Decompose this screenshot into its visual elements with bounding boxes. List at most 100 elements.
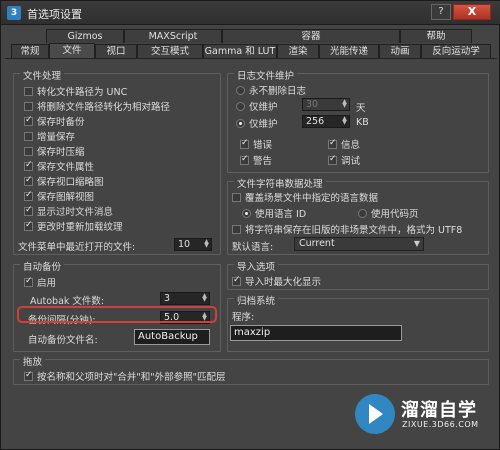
auto-backup-title: 自动备份 (20, 259, 65, 273)
string-data-group: 文件字符串数据处理 覆盖场景文件中指定的语言数据 使用语言 ID 使用代码页 将… (227, 176, 489, 255)
spinner-arrows-icon[interactable]: ▲ ▼ (341, 116, 348, 126)
drag-drop-group: 拖放 按名称和父项时对"合并"和"外部参照"匹配层 (13, 354, 489, 385)
checkbox-box[interactable] (24, 276, 33, 287)
checkbox-box[interactable] (232, 192, 241, 202)
backup-on-save-checkbox[interactable]: 保存时备份 (24, 114, 85, 128)
backup-filename-input[interactable]: AutoBackup (134, 329, 210, 345)
tab-files[interactable]: 文件 (49, 43, 95, 59)
auto-backup-enable-checkbox[interactable]: 启用 (24, 275, 56, 289)
size-unit: KB (356, 117, 369, 128)
import-title: 导入选项 (234, 259, 279, 273)
checkbox-box[interactable] (24, 220, 33, 231)
tab-viewports[interactable]: 视口 (95, 44, 137, 58)
tab-help[interactable]: 帮助 (400, 29, 472, 43)
compress-save-checkbox[interactable]: 保存时压缩 (24, 144, 85, 158)
checkbox-box[interactable] (24, 205, 33, 216)
radio-circle[interactable] (236, 101, 245, 111)
tab-gamma-lut[interactable]: Gamma 和 LUT (203, 44, 277, 58)
checkbox-box[interactable] (24, 370, 33, 381)
relative-path-checkbox[interactable]: 将删除文件路径转化为相对路径 (24, 99, 170, 113)
checkbox-box[interactable] (24, 115, 33, 126)
tab-rendering[interactable]: 渲染 (277, 44, 319, 58)
tab-general[interactable]: 常规 (11, 44, 49, 58)
checkbox-box[interactable] (240, 138, 249, 149)
app-icon: 3 (7, 6, 21, 20)
archive-title: 归档系统 (234, 293, 279, 307)
checkbox-box[interactable] (24, 175, 33, 186)
interval-highlight-annotation (17, 306, 217, 323)
convert-unc-checkbox[interactable]: 转化文件路径为 UNC (24, 84, 127, 98)
autobak-count-spinner[interactable]: 3 ▲ ▼ (160, 292, 210, 305)
use-language-id-radio[interactable]: 使用语言 ID (242, 206, 306, 220)
reload-textures-checkbox[interactable]: 更改时重新加载纹理 (24, 219, 123, 233)
checkbox-box[interactable] (240, 154, 249, 165)
increment-save-checkbox[interactable]: 增量保存 (24, 129, 75, 143)
save-properties-checkbox[interactable]: 保存文件属性 (24, 159, 94, 173)
backup-filename-label: 自动备份文件名: (28, 335, 98, 346)
tab-inverse-kinematics[interactable]: 反向运动学 (421, 44, 491, 58)
tab-interaction-mode[interactable]: 交互模式 (137, 44, 203, 58)
file-handling-title: 文件处理 (20, 68, 65, 82)
checkbox-box[interactable] (24, 160, 33, 171)
import-maximize-checkbox[interactable]: 导入时最大化显示 (232, 274, 321, 288)
drag-drop-title: 拖放 (20, 354, 46, 368)
preferences-window: 3 首选项设置 ? X Gizmos MAXScript 容器 帮助 常规 文件… (0, 0, 500, 450)
radio-circle[interactable] (358, 208, 367, 218)
size-spinner[interactable]: 256 ▲ ▼ (302, 115, 350, 128)
save-utf8-checkbox[interactable]: 将字符串保存在旧版的非场景文件中，格式为 UTF8 (232, 222, 462, 236)
title-bar: 3 首选项设置 ? X (1, 1, 500, 25)
spinner-arrows-icon[interactable]: ▲ ▼ (203, 239, 210, 249)
default-language-label: 默认语言: (232, 242, 274, 253)
checkbox-box[interactable] (24, 101, 33, 111)
watermark-name: 溜溜自学 (401, 400, 477, 421)
override-language-checkbox[interactable]: 覆盖场景文件中指定的语言数据 (232, 190, 378, 204)
spinner-arrows-icon[interactable]: ▲ ▼ (201, 293, 208, 303)
days-spinner[interactable]: 30 ▲ ▼ (302, 98, 350, 111)
checkbox-box[interactable] (232, 224, 241, 234)
log-warnings-checkbox[interactable]: 警告 (240, 153, 272, 167)
log-errors-checkbox[interactable]: 错误 (240, 137, 272, 151)
checkbox-box[interactable] (24, 86, 33, 96)
save-thumbnail-checkbox[interactable]: 保存视口缩略图 (24, 174, 104, 188)
checkbox-box[interactable] (24, 190, 33, 201)
window-title: 首选项设置 (27, 8, 82, 21)
log-title: 日志文件维护 (234, 68, 298, 82)
use-code-page-radio[interactable]: 使用代码页 (358, 206, 419, 220)
checkbox-box[interactable] (24, 131, 33, 141)
log-debug-checkbox[interactable]: 调试 (328, 153, 360, 167)
radio-circle[interactable] (242, 208, 251, 218)
recent-files-spinner[interactable]: 10 ▲ ▼ (174, 238, 212, 251)
help-button[interactable]: ? (431, 4, 451, 20)
tab-container[interactable]: 容器 (222, 29, 400, 43)
keep-days-radio[interactable]: 仅维护 (236, 99, 278, 113)
match-layers-checkbox[interactable]: 按名称和父项时对"合并"和"外部参照"匹配层 (24, 369, 225, 383)
radio-circle[interactable] (236, 85, 245, 95)
checkbox-box[interactable] (328, 154, 337, 165)
checkbox-box[interactable] (24, 146, 33, 156)
tab-maxscript[interactable]: MAXScript (124, 29, 222, 43)
log-info-checkbox[interactable]: 信息 (328, 137, 360, 151)
string-data-title: 文件字符串数据处理 (234, 176, 326, 190)
tab-radiosity[interactable]: 光能传递 (319, 44, 379, 58)
close-button[interactable]: X (453, 4, 491, 20)
save-schematic-checkbox[interactable]: 保存图解视图 (24, 189, 94, 203)
spinner-arrows-icon[interactable]: ▲ ▼ (341, 99, 348, 109)
archive-program-input[interactable]: maxzip (230, 325, 402, 341)
log-maintenance-group: 日志文件维护 永不删除日志 仅维护 30▲▼ 天 仅维护 256▲▼ KB 错误… (227, 68, 489, 173)
checkbox-box[interactable] (232, 275, 241, 286)
never-delete-radio[interactable]: 永不删除日志 (236, 83, 306, 97)
radio-circle[interactable] (236, 118, 245, 128)
play-icon (369, 404, 383, 424)
import-options-group: 导入选项 导入时最大化显示 (227, 259, 489, 290)
obsolete-message-checkbox[interactable]: 显示过时文件消息 (24, 204, 113, 218)
recent-files-label: 文件菜单中最近打开的文件: (18, 242, 136, 253)
checkbox-box[interactable] (328, 138, 337, 149)
watermark: 溜溜自学 ZIXUE.3D66.COM (353, 386, 500, 450)
days-unit: 天 (356, 103, 366, 114)
autobak-count-label: Autobak 文件数: (30, 296, 105, 307)
tab-animation[interactable]: 动画 (379, 44, 421, 58)
default-language-dropdown[interactable]: Current ▼ (294, 237, 424, 251)
tab-gizmos[interactable]: Gizmos (46, 29, 124, 43)
archive-system-group: 归档系统 程序: maxzip (227, 293, 489, 352)
keep-size-radio[interactable]: 仅维护 (236, 116, 278, 130)
